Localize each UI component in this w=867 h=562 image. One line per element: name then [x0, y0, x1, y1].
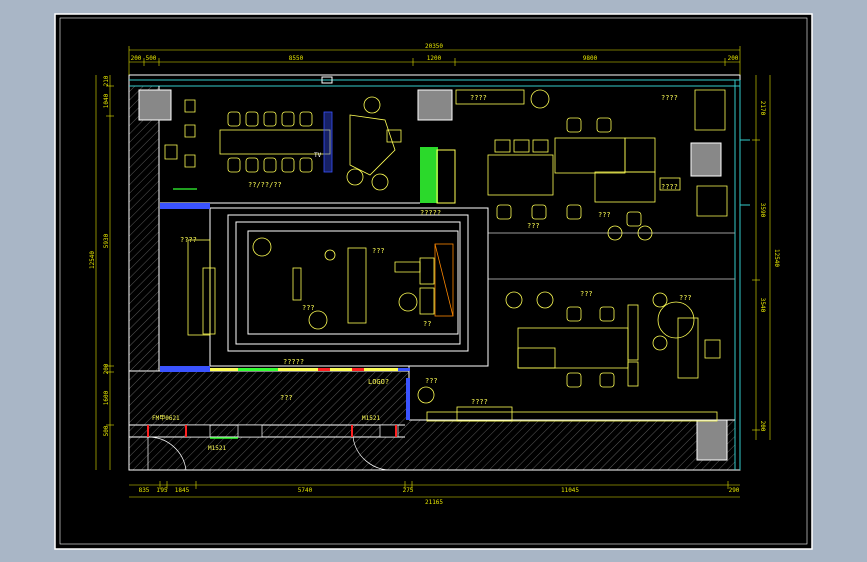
dim-left-overall: 12540 — [89, 251, 96, 269]
dim-left-seg-2: 5930 — [103, 233, 110, 248]
hatch-bottom-right — [405, 420, 735, 470]
dim-top-seg-3: 1200 — [427, 55, 442, 62]
label-office-b: ??? — [580, 290, 593, 298]
dim-bottom-seg-5: 275 — [403, 487, 414, 494]
label-staff-b: ??? — [527, 222, 540, 230]
label-center-bottom: ????? — [283, 358, 304, 366]
dim-bottom-seg-0: 835 — [139, 487, 150, 494]
dim-top-seg-2: 8550 — [289, 55, 304, 62]
dim-bottom-overall: 21165 — [425, 499, 443, 506]
label-tv: TV — [314, 152, 322, 159]
dim-right-seg-1: 3590 — [759, 203, 766, 218]
label-cabinet: ???? — [471, 398, 488, 406]
label-center-round: ?? — [423, 320, 431, 328]
dim-right-overall: 12540 — [773, 249, 780, 267]
label-center-desk: ??? — [372, 247, 385, 255]
dim-right-seg-2: 3540 — [759, 298, 766, 313]
label-fire-door-right: M1521 — [362, 415, 380, 422]
label-boss: ??? — [679, 294, 692, 302]
label-logo: LOGO? — [368, 378, 389, 386]
label-open-office: ???? — [661, 183, 678, 191]
label-corridor: ??? — [280, 394, 293, 402]
dim-bottom-seg-4: 5740 — [298, 487, 313, 494]
dim-left-seg-5: 500 — [103, 425, 110, 436]
dim-top-seg-0: 200 — [131, 55, 142, 62]
dim-top-seg-5: 200 — [728, 55, 739, 62]
label-fire-door-left: FM甲0621 — [152, 415, 180, 422]
label-mgr-top: ???? — [470, 94, 487, 102]
label-meeting-room: ??/??/?? — [248, 181, 282, 189]
dim-top-seg-4: 9800 — [583, 55, 598, 62]
dim-left-seg-4: 1600 — [103, 390, 110, 405]
dim-bottom-seg-7: 290 — [729, 487, 740, 494]
cad-drawing-canvas: 20350 200 500 8550 1200 9800 200 21165 8… — [54, 13, 813, 550]
label-reception: ??? — [425, 377, 438, 385]
label-mgr-top-right: ???? — [661, 94, 678, 102]
hatch-left-wall — [129, 86, 159, 371]
label-entrance: M1521 — [208, 445, 226, 452]
dim-left-seg-3: 200 — [103, 363, 110, 374]
dim-left-seg-0: 210 — [103, 75, 110, 86]
dim-bottom-seg-3: 1845 — [175, 487, 190, 494]
dim-left-seg-1: 1040 — [103, 93, 110, 108]
dim-top-seg-1: 500 — [146, 55, 157, 62]
dim-bottom-seg-6: 11045 — [561, 487, 579, 494]
label-staff-a: ??? — [598, 211, 611, 219]
dim-bottom-seg-2: 95 — [160, 487, 168, 494]
label-center-chair: ??? — [302, 304, 315, 312]
label-left-room: ???? — [180, 236, 197, 244]
label-center-top: ????? — [420, 209, 441, 217]
dim-top-overall: 20350 — [425, 43, 443, 50]
dim-right-seg-3: 200 — [759, 421, 766, 432]
dim-right-seg-0: 2170 — [759, 101, 766, 116]
